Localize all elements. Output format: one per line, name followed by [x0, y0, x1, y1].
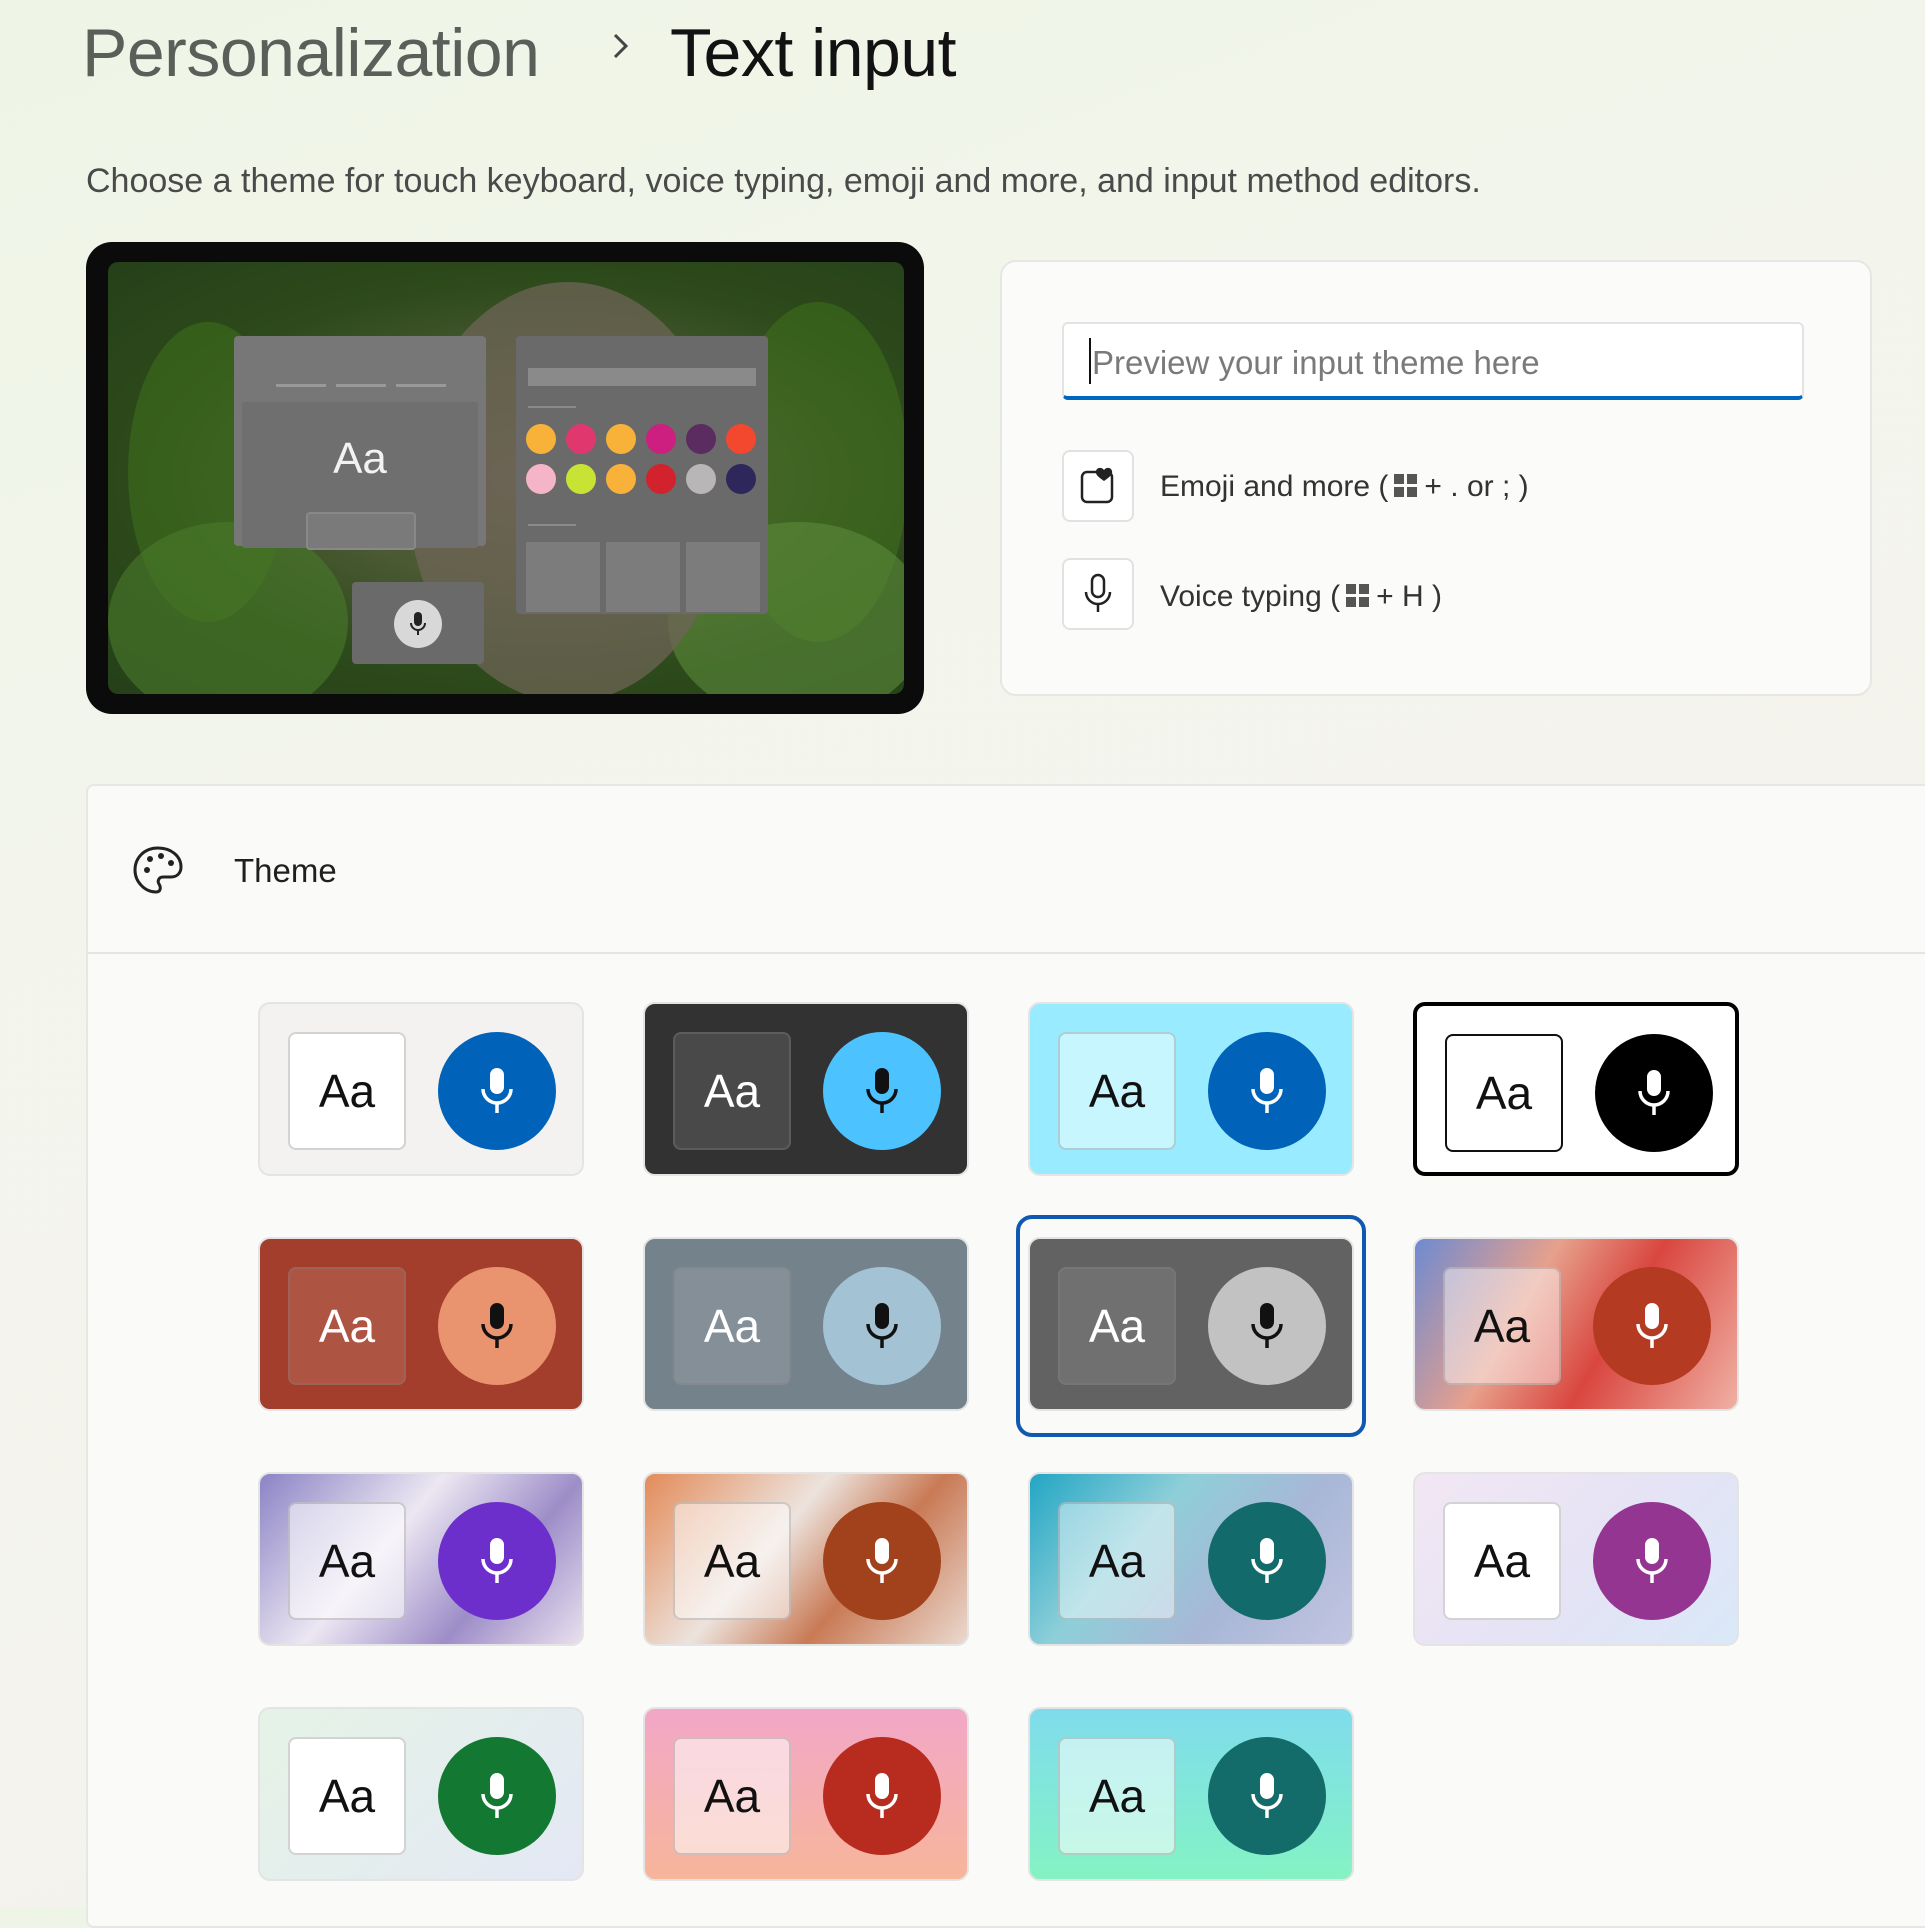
microphone-icon	[481, 1773, 513, 1818]
theme-option[interactable]: Aa	[258, 1472, 584, 1646]
divider	[88, 952, 1925, 954]
theme-mic-sample	[438, 1737, 556, 1855]
theme-text-sample: Aa	[1443, 1267, 1561, 1385]
theme-mic-sample	[1595, 1034, 1713, 1152]
emoji-color-dot	[566, 464, 596, 494]
theme-mic-sample	[1208, 1502, 1326, 1620]
theme-text-sample: Aa	[288, 1032, 406, 1150]
preview-input-placeholder: Preview your input theme here	[1092, 344, 1540, 381]
microphone-icon	[866, 1773, 898, 1818]
theme-option[interactable]: Aa	[1413, 1237, 1739, 1411]
emoji-shortcut-text: Emoji and more ( + . or ; )	[1160, 470, 1529, 504]
theme-option[interactable]: Aa	[1413, 1002, 1739, 1176]
microphone-icon	[866, 1068, 898, 1113]
microphone-icon	[481, 1538, 513, 1583]
theme-mic-sample	[438, 1032, 556, 1150]
voice-shortcut-text: Voice typing ( + H )	[1160, 580, 1442, 614]
voice-typing-button[interactable]	[1062, 558, 1134, 630]
microphone-icon	[410, 612, 426, 635]
theme-option[interactable]: Aa	[1028, 1237, 1354, 1411]
theme-option[interactable]: Aa	[1413, 1472, 1739, 1646]
emoji-color-dot	[726, 424, 756, 454]
page-title: Text input	[670, 15, 957, 91]
preview-keyboard-label: Aa	[333, 434, 387, 483]
emoji-color-dot	[686, 424, 716, 454]
microphone-icon	[866, 1538, 898, 1583]
emoji-color-dot	[526, 464, 556, 494]
emoji-heart-icon	[1080, 467, 1114, 504]
voice-label: Voice typing (	[1160, 580, 1341, 613]
theme-mic-sample	[438, 1267, 556, 1385]
theme-option[interactable]: Aa	[1028, 1002, 1354, 1176]
theme-option[interactable]: Aa	[643, 1707, 969, 1881]
theme-text-sample: Aa	[1443, 1502, 1561, 1620]
emoji-color-dot	[606, 424, 636, 454]
microphone-icon	[481, 1068, 513, 1113]
voice-shortcut: + H )	[1376, 580, 1442, 613]
theme-text-sample: Aa	[1058, 1502, 1176, 1620]
theme-option[interactable]: Aa	[643, 1002, 969, 1176]
theme-mic-sample	[823, 1737, 941, 1855]
theme-text-sample: Aa	[1058, 1267, 1176, 1385]
theme-mic-sample	[1208, 1737, 1326, 1855]
theme-mic-sample	[823, 1502, 941, 1620]
theme-text-sample: Aa	[1445, 1034, 1563, 1152]
text-caret	[1089, 338, 1091, 384]
emoji-shortcut: + . or ; )	[1424, 470, 1529, 503]
theme-text-sample: Aa	[673, 1502, 791, 1620]
theme-mic-sample	[823, 1032, 941, 1150]
theme-text-sample: Aa	[1058, 1737, 1176, 1855]
theme-option[interactable]: Aa	[1028, 1707, 1354, 1881]
microphone-icon	[1636, 1538, 1668, 1583]
theme-mic-sample	[438, 1502, 556, 1620]
emoji-color-dot	[726, 464, 756, 494]
theme-mic-sample	[1593, 1267, 1711, 1385]
theme-option[interactable]: Aa	[643, 1472, 969, 1646]
microphone-icon	[1636, 1303, 1668, 1348]
windows-key-icon	[1346, 584, 1370, 608]
theme-mic-sample	[823, 1267, 941, 1385]
microphone-icon	[866, 1303, 898, 1348]
preview-emoji-panel	[516, 336, 768, 614]
emoji-button[interactable]	[1062, 450, 1134, 522]
theme-option[interactable]: Aa	[1028, 1472, 1354, 1646]
emoji-color-dot	[646, 464, 676, 494]
breadcrumb-parent[interactable]: Personalization	[82, 14, 540, 92]
microphone-icon	[481, 1303, 513, 1348]
theme-option[interactable]: Aa	[258, 1237, 584, 1411]
preview-keyboard-panel: Aa	[234, 336, 486, 550]
theme-text-sample: Aa	[288, 1267, 406, 1385]
theme-text-sample: Aa	[673, 1737, 791, 1855]
theme-preview-screen: Aa	[108, 262, 904, 694]
theme-option[interactable]: Aa	[258, 1002, 584, 1176]
emoji-label: Emoji and more (	[1160, 470, 1389, 503]
theme-text-sample: Aa	[673, 1032, 791, 1150]
palette-icon	[133, 846, 183, 894]
theme-label: Theme	[234, 852, 337, 889]
theme-mic-sample	[1593, 1502, 1711, 1620]
theme-option[interactable]: Aa	[643, 1237, 969, 1411]
theme-text-sample: Aa	[673, 1267, 791, 1385]
emoji-color-dot	[606, 464, 636, 494]
emoji-color-dot	[566, 424, 596, 454]
emoji-color-dot	[686, 464, 716, 494]
chevron-right-icon	[613, 33, 629, 59]
microphone-icon	[1251, 1773, 1283, 1818]
emoji-color-dot	[646, 424, 676, 454]
microphone-icon	[1084, 573, 1112, 612]
theme-mic-sample	[1208, 1032, 1326, 1150]
theme-text-sample: Aa	[288, 1502, 406, 1620]
theme-option[interactable]: Aa	[258, 1707, 584, 1881]
page-description: Choose a theme for touch keyboard, voice…	[86, 162, 1481, 200]
emoji-color-dot	[526, 424, 556, 454]
theme-text-sample: Aa	[288, 1737, 406, 1855]
preview-voice-panel	[352, 582, 484, 664]
windows-key-icon	[1394, 474, 1418, 498]
theme-text-sample: Aa	[1058, 1032, 1176, 1150]
microphone-icon	[1251, 1068, 1283, 1113]
theme-mic-sample	[1208, 1267, 1326, 1385]
microphone-icon	[1251, 1303, 1283, 1348]
microphone-icon	[1638, 1070, 1670, 1115]
microphone-icon	[1251, 1538, 1283, 1583]
